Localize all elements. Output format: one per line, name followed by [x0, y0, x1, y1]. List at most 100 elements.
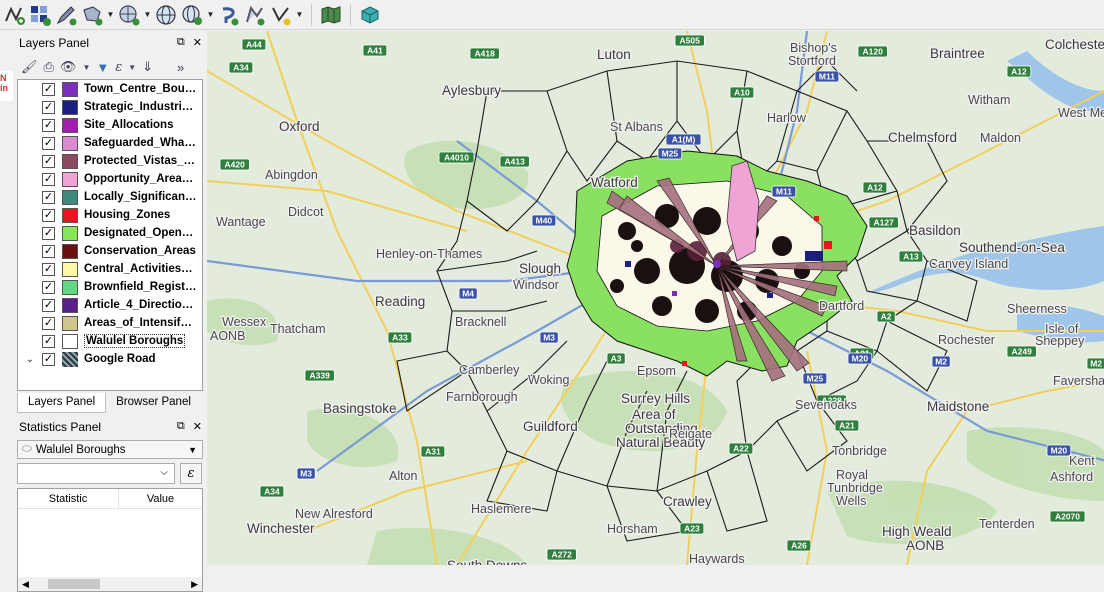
- close-icon[interactable]: ✕: [193, 420, 202, 433]
- layer-row[interactable]: ✓ Site_Allocations: [18, 116, 202, 134]
- chevron-down-icon[interactable]: ▼: [143, 3, 152, 27]
- road-shield: A505: [674, 34, 705, 47]
- layer-row[interactable]: ✓ Strategic_Industri…: [18, 98, 202, 116]
- chevron-down-icon[interactable]: ⌄: [18, 354, 42, 365]
- collapse-all-icon[interactable]: ⇓: [142, 59, 153, 75]
- vertex-icon[interactable]: [243, 3, 267, 27]
- polygon-icon[interactable]: [80, 3, 104, 27]
- chevron-down-icon[interactable]: ▼: [128, 63, 136, 72]
- float-icon[interactable]: ⧉: [177, 36, 185, 49]
- add-group-icon[interactable]: ⎙: [44, 59, 54, 75]
- layer-name: Conservation_Areas: [84, 245, 196, 257]
- cube-icon[interactable]: [358, 3, 382, 27]
- layer-visibility-checkbox[interactable]: ✓: [42, 316, 55, 330]
- statistics-field-combo[interactable]: ⌵: [17, 463, 175, 484]
- globe-icon[interactable]: [154, 3, 178, 27]
- map-place-label: Stortford: [788, 54, 836, 68]
- layer-visibility-checkbox[interactable]: ✓: [42, 118, 55, 132]
- layer-symbol-swatch: [62, 207, 78, 223]
- map-place-label: South Downs: [447, 558, 528, 565]
- horizontal-scrollbar[interactable]: ◀ ▶: [18, 577, 202, 591]
- layer-visibility-checkbox[interactable]: ✓: [42, 154, 55, 168]
- map-place-label: Haslemere: [471, 502, 531, 516]
- chevron-down-icon[interactable]: ▼: [82, 63, 90, 72]
- toolbar-separator: [350, 3, 351, 26]
- measure-icon[interactable]: [117, 3, 141, 27]
- layer-row[interactable]: ✓ Safeguarded_Wha…: [18, 134, 202, 152]
- layer-row[interactable]: ✓ Housing_Zones: [18, 206, 202, 224]
- road-shield-label: A413: [505, 157, 526, 167]
- layer-symbol-swatch: [62, 243, 78, 259]
- road-shield-label: M25: [662, 149, 679, 159]
- layer-visibility-checkbox[interactable]: ✓: [42, 190, 55, 204]
- float-icon[interactable]: ⧉: [177, 420, 185, 433]
- filter-icon[interactable]: ▼: [96, 60, 109, 75]
- map-icon[interactable]: [319, 3, 343, 27]
- chevron-down-icon[interactable]: ▼: [106, 3, 115, 27]
- layer-row[interactable]: ✓ Opportunity_Area…: [18, 170, 202, 188]
- chevron-left-icon[interactable]: ◀: [22, 579, 29, 590]
- layer-visibility-checkbox[interactable]: ✓: [42, 334, 55, 348]
- layer-visibility-checkbox[interactable]: ✓: [42, 298, 55, 312]
- layer-row[interactable]: ✓ Central_Activities…: [18, 260, 202, 278]
- style-brush-icon[interactable]: 🖌: [21, 59, 38, 75]
- layer-row[interactable]: ✓ Areas_of_Intensif…: [18, 314, 202, 332]
- grid-icon[interactable]: [28, 3, 52, 27]
- layer-visibility-checkbox[interactable]: ✓: [42, 280, 55, 294]
- layer-row[interactable]: ✓ Conservation_Areas: [18, 242, 202, 260]
- map-place-label: Haywards: [689, 552, 745, 565]
- layer-row[interactable]: ✓ Walulel Boroughs: [18, 332, 202, 350]
- layer-row[interactable]: ✓ Protected_Vistas_…: [18, 152, 202, 170]
- layer-visibility-checkbox[interactable]: ✓: [42, 100, 55, 114]
- chevron-down-icon[interactable]: ▼: [295, 3, 304, 27]
- layer-name: Article_4_Directio…: [84, 299, 194, 311]
- road-shield: A21: [834, 419, 860, 432]
- map-place-label: New Alresford: [295, 507, 373, 521]
- statistics-layer-select[interactable]: ⬭ Walulel Boroughs ▼: [17, 440, 203, 459]
- visibility-eye-icon[interactable]: 👁: [60, 59, 77, 75]
- column-header-value[interactable]: Value: [119, 489, 202, 508]
- map-view[interactable]: A44 A41 A418 A505 M11 A120 A12 A10 A4010 A413 A420…: [207, 31, 1104, 565]
- layer-visibility-checkbox[interactable]: ✓: [42, 226, 55, 240]
- layer-visibility-checkbox[interactable]: ✓: [42, 352, 55, 366]
- chevron-down-icon[interactable]: ▼: [206, 3, 215, 27]
- tab-browser-panel[interactable]: Browser Panel: [106, 393, 201, 413]
- road-shield: M3: [296, 467, 316, 480]
- column-header-statistic[interactable]: Statistic: [18, 489, 119, 508]
- layer-row[interactable]: ✓ Designated_Open…: [18, 224, 202, 242]
- road-shield-label: A12: [867, 183, 883, 193]
- layer-row[interactable]: ✓ Brownfield_Regist…: [18, 278, 202, 296]
- layer-row[interactable]: ⌄ ✓ Google Road: [18, 350, 202, 368]
- layer-row[interactable]: ✓ Town_Centre_Bou…: [18, 80, 202, 98]
- road-shield: M25: [802, 372, 828, 385]
- road-shield-label: M2: [1090, 359, 1102, 369]
- tab-layers-panel[interactable]: Layers Panel: [17, 393, 107, 413]
- layer-name: Brownfield_Regist…: [84, 281, 197, 293]
- curve-icon[interactable]: [217, 3, 241, 27]
- pencil-icon[interactable]: [54, 3, 78, 27]
- digitize-icon[interactable]: [2, 3, 26, 27]
- layer-visibility-checkbox[interactable]: ✓: [42, 172, 55, 186]
- layer-visibility-checkbox[interactable]: ✓: [42, 82, 55, 96]
- layer-visibility-checkbox[interactable]: ✓: [42, 244, 55, 258]
- map-place-label: Horsham: [607, 522, 658, 536]
- map-place-label: Bishop's: [790, 41, 837, 55]
- layer-row[interactable]: ✓ Locally_Significan…: [18, 188, 202, 206]
- map-place-label: Winchester: [247, 521, 315, 536]
- map-canvas[interactable]: A44 A41 A418 A505 M11 A120 A12 A10 A4010 A413 A420…: [207, 31, 1104, 565]
- road-shield-label: M40: [536, 216, 553, 226]
- road-shield-label: M20: [852, 354, 869, 364]
- close-icon[interactable]: ✕: [193, 36, 202, 49]
- layer-visibility-checkbox[interactable]: ✓: [42, 208, 55, 222]
- layer-visibility-checkbox[interactable]: ✓: [42, 136, 55, 150]
- scrollbar-thumb[interactable]: [48, 579, 100, 589]
- node-icon[interactable]: [269, 3, 293, 27]
- globe-add-icon[interactable]: [180, 3, 204, 27]
- collapsed-panel-edge[interactable]: N in: [0, 71, 13, 101]
- layer-visibility-checkbox[interactable]: ✓: [42, 262, 55, 276]
- more-icon[interactable]: »: [177, 60, 184, 75]
- expression-filter-icon[interactable]: ε: [115, 60, 122, 75]
- expression-button[interactable]: ε: [180, 463, 202, 484]
- layer-row[interactable]: ✓ Article_4_Directio…: [18, 296, 202, 314]
- chevron-right-icon[interactable]: ▶: [191, 579, 198, 590]
